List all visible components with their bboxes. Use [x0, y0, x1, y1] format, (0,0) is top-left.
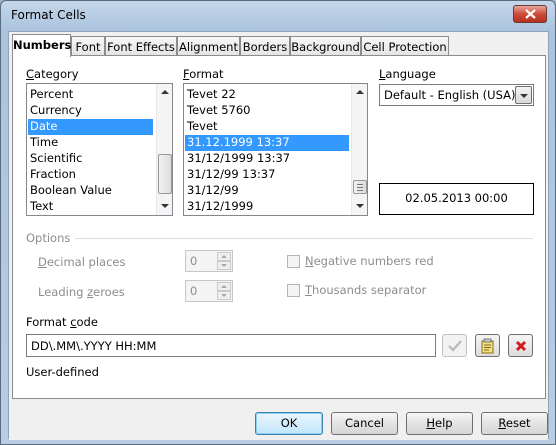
accept-format-code-button[interactable]	[442, 334, 467, 357]
leading-zeroes-label: Leading zeroes	[38, 285, 125, 299]
edit-comment-button[interactable]	[475, 334, 500, 357]
category-item-percent[interactable]: Percent	[28, 87, 153, 103]
spin-up-button[interactable]	[217, 282, 231, 291]
spin-down-icon	[221, 294, 227, 297]
leading-zeroes-spinner[interactable]: 0	[185, 280, 233, 302]
edit-comment-icon	[481, 338, 494, 353]
format-item[interactable]: Tevet 22	[185, 87, 349, 103]
scroll-thumb[interactable]	[353, 180, 367, 194]
tab-alignment[interactable]: Alignment	[177, 36, 240, 56]
negative-red-checkbox[interactable]	[287, 255, 300, 268]
options-divider	[75, 238, 533, 239]
help-button[interactable]: Help	[406, 412, 473, 435]
format-code-label: Format code	[26, 315, 98, 329]
category-listbox[interactable]: Percent Currency Date Time Scientific Fr…	[26, 83, 173, 216]
scroll-up-icon[interactable]	[356, 90, 364, 94]
tab-background[interactable]: Background	[290, 36, 361, 56]
checkmark-icon	[447, 339, 462, 352]
options-heading: Options	[26, 231, 71, 245]
scroll-down-icon[interactable]	[356, 204, 364, 208]
format-cells-dialog: Format Cells Numbers Font Font Effects A…	[0, 0, 556, 445]
format-label: Format	[183, 67, 224, 81]
thousands-separator-label: Thousands separator	[305, 283, 427, 297]
format-listbox[interactable]: Tevet 22 Tevet 5760 Tevet 31.12.1999 13:…	[183, 83, 368, 216]
negative-red-label: Negative numbers red	[305, 254, 434, 268]
delete-format-button[interactable]	[508, 334, 533, 357]
format-item[interactable]: 31/12/1999	[185, 199, 349, 215]
format-item[interactable]: 31/12/99	[185, 183, 349, 199]
close-button[interactable]	[513, 5, 547, 23]
tab-font[interactable]: Font	[71, 36, 105, 56]
category-item-time[interactable]: Time	[28, 135, 153, 151]
ok-button[interactable]: OK	[255, 412, 323, 435]
language-label: Language	[379, 67, 436, 81]
category-item-boolean[interactable]: Boolean Value	[28, 183, 153, 199]
spin-down-button[interactable]	[217, 261, 231, 270]
format-item[interactable]: Tevet 5760	[185, 103, 349, 119]
format-item-selected[interactable]: 31.12.1999 13:37	[185, 135, 349, 151]
tab-numbers[interactable]: Numbers	[12, 34, 71, 57]
tab-font-effects[interactable]: Font Effects	[105, 36, 177, 56]
spin-up-icon	[221, 255, 227, 258]
decimal-places-spinner[interactable]: 0	[185, 250, 233, 272]
numbers-tab-panel: Category Percent Currency Date Time Scie…	[12, 55, 546, 399]
format-code-description: User-defined	[26, 365, 99, 379]
category-label: Category	[26, 67, 79, 81]
thousands-separator-checkbox[interactable]	[287, 284, 300, 297]
scroll-up-icon[interactable]	[161, 90, 169, 94]
spin-up-button[interactable]	[217, 252, 231, 261]
delete-x-icon	[515, 340, 526, 351]
cancel-button[interactable]: Cancel	[331, 412, 398, 435]
tab-cell-protection[interactable]: Cell Protection	[361, 36, 449, 56]
format-item[interactable]: Tevet	[185, 119, 349, 135]
title-bar: Format Cells	[1, 1, 555, 31]
scroll-down-icon[interactable]	[161, 204, 169, 208]
format-code-input[interactable]: DD\.MM\.YYYY HH:MM	[26, 334, 436, 357]
tab-borders[interactable]: Borders	[240, 36, 290, 56]
category-item-date[interactable]: Date	[28, 119, 153, 135]
scroll-thumb[interactable]	[158, 154, 172, 194]
window-title: Format Cells	[11, 8, 86, 22]
button-row: OK Cancel Help Reset	[9, 400, 548, 440]
reset-button[interactable]: Reset	[481, 412, 548, 435]
category-item-currency[interactable]: Currency	[28, 103, 153, 119]
format-item[interactable]: 31/12/99 13:37	[185, 167, 349, 183]
close-icon	[524, 9, 536, 19]
category-item-text[interactable]: Text	[28, 199, 153, 215]
category-item-scientific[interactable]: Scientific	[28, 151, 153, 167]
decimal-places-label: Decimal places	[38, 255, 126, 269]
spin-down-icon	[221, 264, 227, 267]
language-dropdown[interactable]: Default - English (USA)	[379, 84, 534, 106]
format-item[interactable]: 31/12/1999 13:37	[185, 151, 349, 167]
format-scrollbar[interactable]	[351, 84, 367, 215]
language-value: Default - English (USA)	[384, 88, 516, 102]
format-preview: 02.05.2013 00:00	[379, 183, 534, 215]
chevron-down-icon	[520, 94, 528, 98]
spin-up-icon	[221, 285, 227, 288]
category-item-fraction[interactable]: Fraction	[28, 167, 153, 183]
dialog-client-area: Numbers Font Font Effects Alignment Bord…	[8, 31, 549, 440]
spin-down-button[interactable]	[217, 291, 231, 300]
category-scrollbar[interactable]	[156, 84, 172, 215]
dropdown-button[interactable]	[515, 86, 532, 104]
